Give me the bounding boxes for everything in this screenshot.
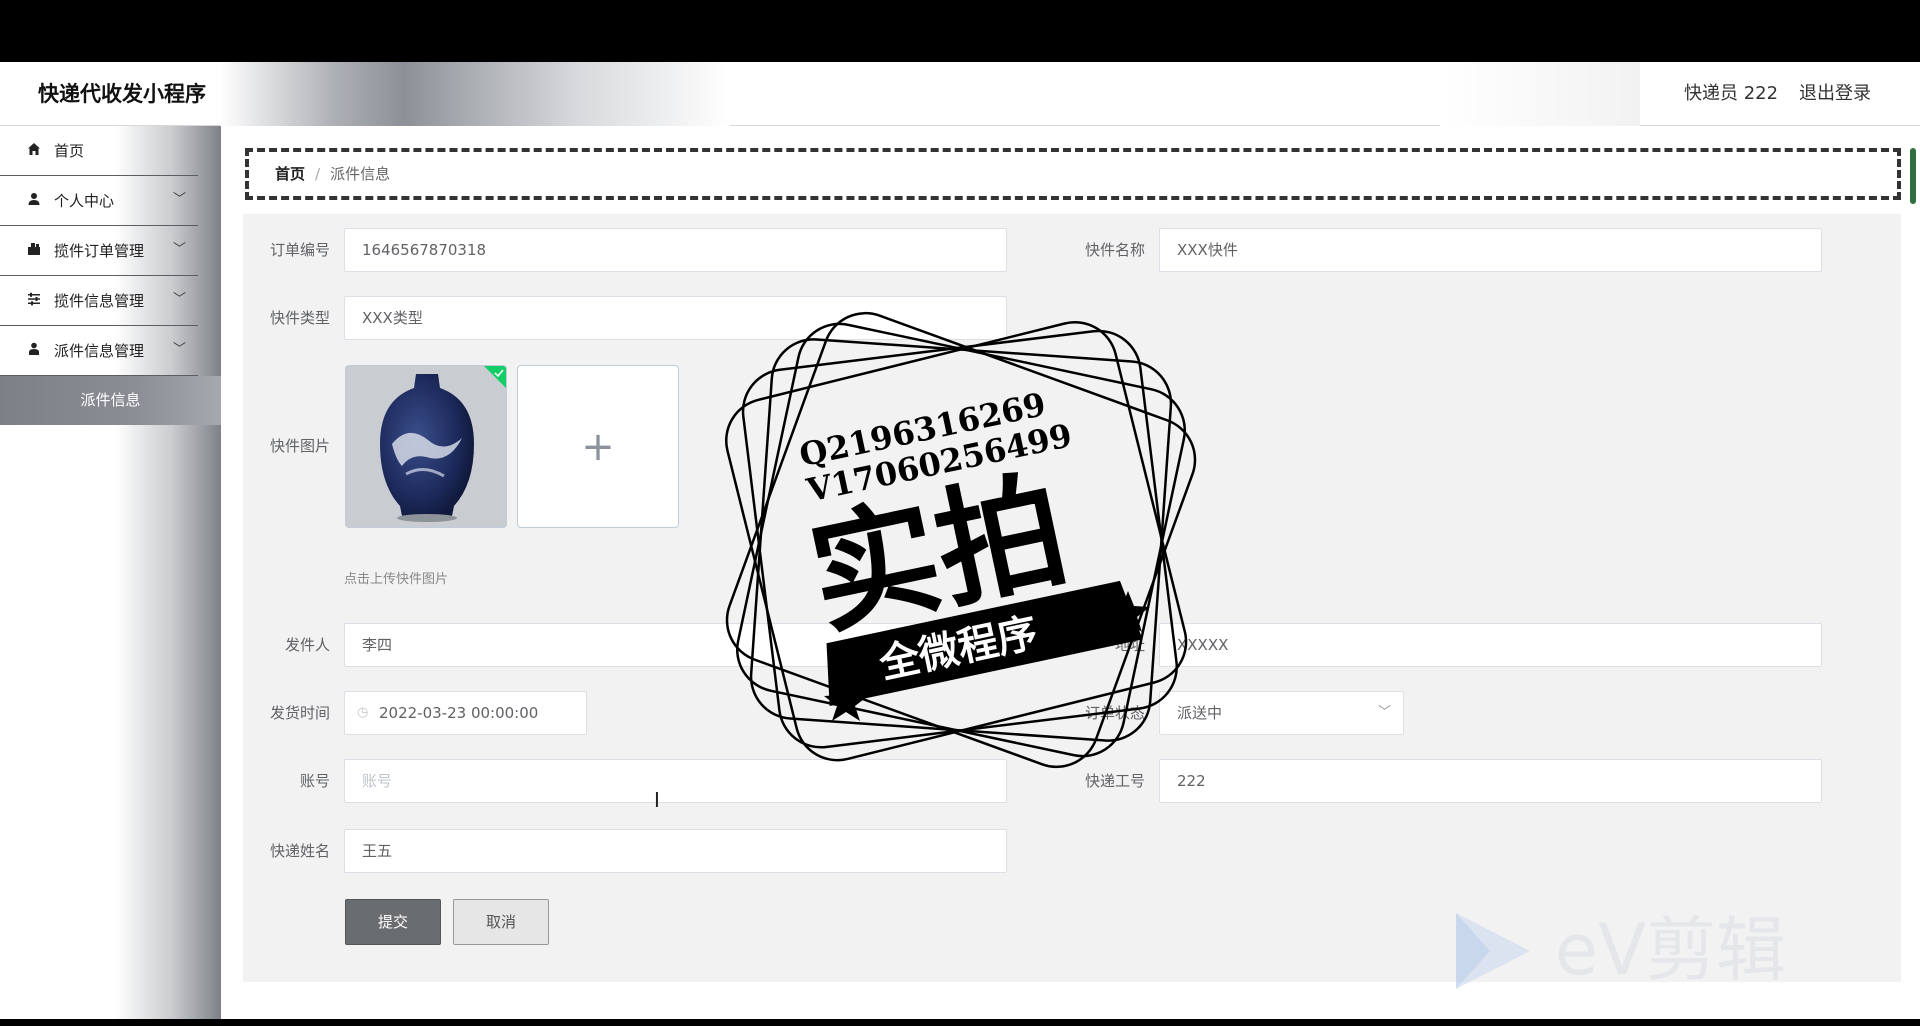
order-status-value: 派送中 — [1177, 704, 1223, 722]
cancel-button[interactable]: 取消 — [453, 899, 549, 945]
breadcrumb-current: 派件信息 — [330, 165, 391, 183]
chevron-down-icon: ﹀ — [173, 192, 187, 207]
breadcrumb: 首页 / 派件信息 — [245, 148, 1901, 200]
sidebar-item-pickup-info[interactable]: 揽件信息管理 ﹀ — [0, 276, 198, 326]
person-icon — [26, 342, 42, 358]
item-type-input[interactable]: XXX类型 — [344, 296, 1007, 340]
text-cursor-icon: I — [654, 788, 660, 812]
sidebar-item-label: 个人中心 — [54, 192, 115, 210]
sidebar-item-label: 派件信息管理 — [54, 342, 145, 360]
vase-image — [346, 366, 506, 527]
chevron-down-icon: ﹀ — [173, 292, 187, 307]
sidebar-item-personal[interactable]: 个人中心 ﹀ — [0, 176, 198, 226]
item-name-label: 快件名称 — [1084, 241, 1145, 259]
upload-tip: 点击上传快件图片 — [344, 572, 449, 587]
sidebar-item-label: 首页 — [54, 142, 85, 160]
item-name-input[interactable]: XXX快件 — [1159, 228, 1822, 272]
account-input[interactable]: 账号 — [344, 759, 1007, 803]
current-user: 快递员 222 — [1684, 83, 1779, 104]
sidebar-item-pickup-orders[interactable]: 揽件订单管理 ﹀ — [0, 226, 198, 276]
courier-id-label: 快递工号 — [1084, 772, 1145, 790]
order-no-label: 订单编号 — [269, 241, 330, 259]
sidebar-subitem-delivery-info[interactable]: 派件信息 — [0, 376, 221, 425]
chevron-down-icon: ﹀ — [173, 342, 187, 357]
sidebar-item-delivery-info[interactable]: 派件信息管理 ﹀ — [0, 326, 198, 376]
address-label: 地址 — [1114, 636, 1145, 654]
ship-time-value: 2022-03-23 00:00:00 — [379, 704, 539, 722]
order-no-input[interactable]: 1646567870318 — [344, 228, 1007, 272]
chevron-down-icon: ﹀ — [1377, 705, 1391, 720]
breadcrumb-home[interactable]: 首页 — [275, 165, 305, 183]
header-gradient — [220, 62, 730, 126]
item-type-label: 快件类型 — [269, 309, 330, 327]
video-letterbox-top — [0, 0, 1920, 62]
sidebar: 首页 个人中心 ﹀ 揽件订单管理 ﹀ 揽件信息管理 ﹀ 派件信息管理 ﹀ 派件信… — [0, 126, 221, 1019]
chevron-down-icon: ﹀ — [173, 242, 187, 257]
sender-label: 发件人 — [284, 636, 330, 654]
logout-link[interactable]: 退出登录 — [1799, 62, 1871, 126]
ship-time-label: 发货时间 — [269, 704, 330, 722]
ship-time-input[interactable]: ◷ 2022-03-23 00:00:00 — [344, 691, 587, 735]
item-image-label: 快件图片 — [269, 437, 330, 455]
order-icon — [26, 242, 42, 258]
sidebar-item-home[interactable]: 首页 — [0, 126, 198, 176]
sender-input[interactable]: 李四 — [344, 623, 1007, 667]
submit-button[interactable]: 提交 — [345, 899, 441, 945]
account-label: 账号 — [299, 772, 330, 790]
clock-icon: ◷ — [357, 705, 369, 720]
video-letterbox-bottom — [0, 1019, 1920, 1026]
user-icon — [26, 192, 42, 208]
courier-name-label: 快递姓名 — [269, 842, 330, 860]
breadcrumb-separator: / — [315, 165, 321, 183]
sliders-icon — [26, 292, 42, 308]
upload-add-button[interactable]: + — [517, 365, 679, 528]
courier-name-input[interactable]: 王五 — [344, 829, 1007, 873]
address-input[interactable]: XXXXX — [1159, 623, 1822, 667]
app-header: 快递代收发小程序 快递员 222 退出登录 — [0, 62, 1920, 126]
uploaded-item-image[interactable] — [345, 365, 507, 528]
header-gradient-right — [1440, 62, 1640, 126]
upload-success-check-icon — [484, 366, 506, 388]
order-status-label: 订单状态 — [1084, 704, 1145, 722]
sidebar-item-label: 揽件信息管理 — [54, 292, 145, 310]
scrollbar-thumb[interactable] — [1910, 148, 1916, 204]
courier-id-input[interactable]: 222 — [1159, 759, 1822, 803]
sidebar-item-label: 揽件订单管理 — [54, 242, 145, 260]
app-title: 快递代收发小程序 — [38, 82, 206, 106]
order-status-select[interactable]: 派送中 ﹀ — [1159, 691, 1404, 735]
home-icon — [26, 142, 42, 158]
